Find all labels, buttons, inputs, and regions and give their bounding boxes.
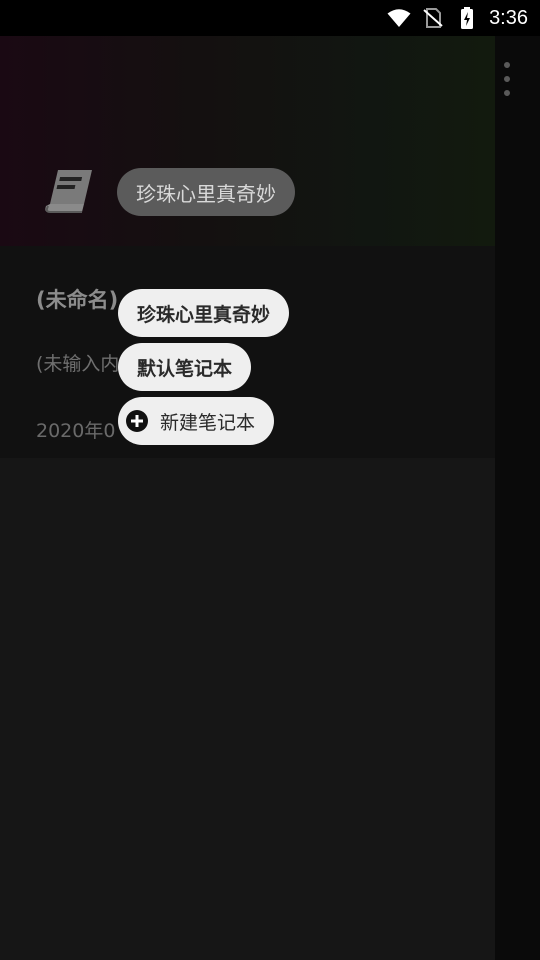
dimmed-side-area[interactable] [495, 36, 540, 960]
notebook-icon [45, 170, 92, 213]
overflow-menu-icon[interactable] [500, 62, 514, 96]
wifi-icon [387, 9, 411, 27]
notebook-header: 珍珠心里真奇妙 [0, 36, 495, 246]
new-notebook-button[interactable]: 新建笔记本 [118, 397, 275, 445]
note-date: 2020年0 [36, 420, 116, 442]
status-time: 3:36 [489, 6, 528, 29]
current-notebook-chip[interactable]: 珍珠心里真奇妙 [117, 168, 295, 216]
note-preview: (未输入内 [36, 353, 120, 375]
no-sim-icon [423, 8, 443, 28]
popup-notebook-item[interactable]: 默认笔记本 [118, 343, 252, 391]
status-bar: 3:36 [0, 0, 540, 36]
new-notebook-label: 新建笔记本 [160, 411, 256, 434]
add-circle-icon [126, 410, 148, 432]
note-title: (未命名) [36, 288, 119, 312]
main-panel: 珍珠心里真奇妙 (未命名) (未输入内 2020年0 [0, 36, 495, 960]
battery-charging-icon [461, 7, 474, 29]
popup-notebook-item[interactable]: 珍珠心里真奇妙 [118, 289, 290, 337]
